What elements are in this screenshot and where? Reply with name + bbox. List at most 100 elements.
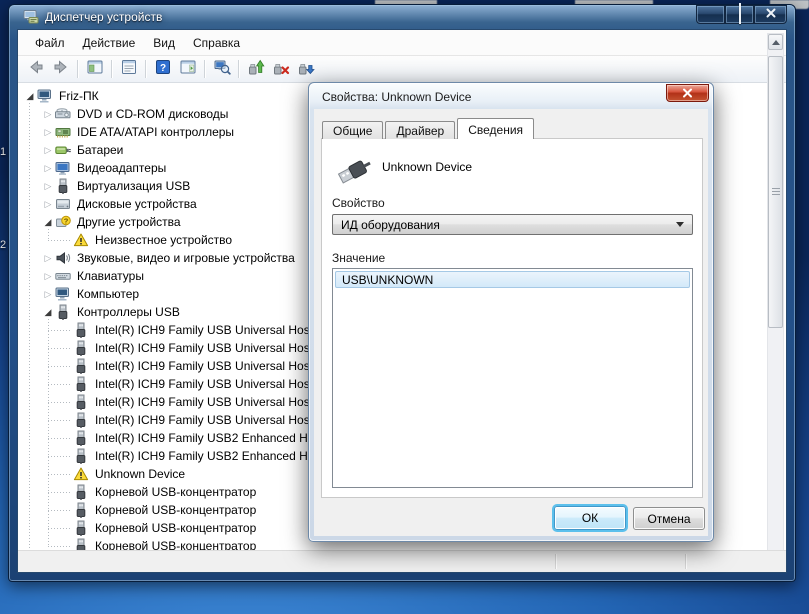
tree-item-label: Батареи xyxy=(75,143,125,157)
warning-icon xyxy=(73,232,93,248)
title-bar[interactable]: Диспетчер устройств xyxy=(9,5,795,29)
tree-item-label: DVD и CD-ROM дисководы xyxy=(75,107,230,121)
usb-icon xyxy=(73,430,93,446)
tree-item-label: Корневой USB-концентратор xyxy=(93,539,258,550)
disable-device-button[interactable] xyxy=(293,58,318,81)
collapse-arrow-icon[interactable]: ◢ xyxy=(41,303,55,321)
toolbar-separator xyxy=(204,60,205,78)
expand-arrow-icon[interactable]: ▷ xyxy=(41,195,55,213)
toolbar-separator xyxy=(77,60,78,78)
console-tree-button[interactable] xyxy=(82,58,107,81)
property-dropdown[interactable]: ИД оборудования xyxy=(332,214,693,235)
tree-item-label: Корневой USB-концентратор xyxy=(93,485,258,499)
menu-bar: Файл Действие Вид Справка xyxy=(18,30,786,56)
tab-general[interactable]: Общие xyxy=(322,121,383,139)
usb-icon xyxy=(73,394,93,410)
tab-driver[interactable]: Драйвер xyxy=(385,121,455,139)
action-pane-button[interactable] xyxy=(175,58,200,81)
list-item-selected[interactable]: USB\UNKNOWN xyxy=(335,271,690,288)
expand-arrow-icon[interactable]: ▷ xyxy=(41,249,55,267)
expand-arrow-icon[interactable]: ▷ xyxy=(41,159,55,177)
collapse-arrow-icon[interactable]: ◢ xyxy=(23,87,37,105)
tree-item-label: Intel(R) ICH9 Family USB2 Enhanced Ho xyxy=(93,449,316,463)
menu-item-help[interactable]: Справка xyxy=(184,32,249,54)
expand-arrow-icon[interactable]: ▷ xyxy=(41,105,55,123)
expand-arrow-icon[interactable]: ▷ xyxy=(41,123,55,141)
desktop-icon-label-fragment: 1 xyxy=(0,146,6,158)
scroll-up-button[interactable] xyxy=(768,34,783,50)
device-name: Unknown Device xyxy=(382,160,472,174)
tree-item-label: Friz-ПК xyxy=(57,89,101,103)
expand-arrow-icon[interactable]: ▷ xyxy=(41,267,55,285)
status-bar xyxy=(18,550,786,572)
tree-scrollbar[interactable] xyxy=(767,33,784,570)
computer-icon xyxy=(55,286,75,302)
tree-item-label: IDE ATA/ATAPI контроллеры xyxy=(75,125,236,139)
tree-item-label: Видеоадаптеры xyxy=(75,161,168,175)
disk-drive-icon xyxy=(55,196,75,212)
toolbar-separator xyxy=(238,60,239,78)
tree-item-label: Unknown Device xyxy=(93,467,187,481)
menu-item-view[interactable]: Вид xyxy=(144,32,184,54)
cancel-button[interactable]: Отмена xyxy=(633,507,705,530)
usb-icon xyxy=(73,538,93,550)
window-title: Диспетчер устройств xyxy=(45,10,162,24)
value-label: Значение xyxy=(332,251,385,265)
usb-icon xyxy=(73,358,93,374)
status-bar-divider xyxy=(685,554,686,569)
tree-item-label: Звуковые, видео и игровые устройства xyxy=(75,251,297,265)
tree-item-label: Intel(R) ICH9 Family USB Universal Host xyxy=(93,395,315,409)
value-listbox[interactable]: USB\UNKNOWN xyxy=(332,268,693,488)
minimize-button[interactable] xyxy=(696,5,725,24)
tree-item-label: Корневой USB-концентратор xyxy=(93,503,258,517)
scan-hardware-button[interactable] xyxy=(209,58,234,81)
collapse-arrow-icon[interactable]: ◢ xyxy=(41,213,55,231)
battery-icon xyxy=(55,142,75,158)
maximize-icon xyxy=(739,6,741,24)
properties-dialog: Свойства: Unknown Device Общие Драйвер С… xyxy=(308,82,714,542)
properties-icon xyxy=(120,58,138,81)
usb-icon xyxy=(73,376,93,392)
property-label: Свойство xyxy=(332,196,385,210)
device-manager-icon xyxy=(23,9,39,30)
uninstall-device-button[interactable] xyxy=(268,58,293,81)
update-driver-button[interactable] xyxy=(243,58,268,81)
dialog-close-button[interactable] xyxy=(666,84,709,102)
menu-item-action[interactable]: Действие xyxy=(74,32,145,54)
chevron-down-icon xyxy=(676,222,684,227)
close-button[interactable] xyxy=(754,5,787,24)
usb-icon xyxy=(55,178,75,194)
expand-arrow-icon[interactable]: ▷ xyxy=(41,177,55,195)
ok-button[interactable]: ОК xyxy=(554,506,626,530)
tree-item-label: Дисковые устройства xyxy=(75,197,199,211)
update-driver-icon xyxy=(247,58,265,81)
tree-item-label: Контроллеры USB xyxy=(75,305,182,319)
display-adapter-icon xyxy=(55,160,75,176)
back-button[interactable] xyxy=(23,58,48,81)
expand-arrow-icon[interactable]: ▷ xyxy=(41,141,55,159)
usb-icon xyxy=(55,304,75,320)
menu-item-file[interactable]: Файл xyxy=(26,32,74,54)
computer-icon xyxy=(37,88,57,104)
help-button[interactable]: ? xyxy=(150,58,175,81)
expand-arrow-icon[interactable]: ▷ xyxy=(41,285,55,303)
properties-button[interactable] xyxy=(116,58,141,81)
thumb-grip-icon xyxy=(772,188,780,196)
forward-button[interactable] xyxy=(48,58,73,81)
svg-text:?: ? xyxy=(64,216,69,225)
audio-icon xyxy=(55,250,75,266)
other-devices-icon: ? xyxy=(55,214,75,230)
tree-item-label: Intel(R) ICH9 Family USB2 Enhanced Ho xyxy=(93,431,316,445)
tab-details[interactable]: Сведения xyxy=(457,118,534,139)
forward-icon xyxy=(52,58,70,81)
tree-item-label: Intel(R) ICH9 Family USB Universal Host xyxy=(93,413,315,427)
maximize-button[interactable] xyxy=(725,5,754,24)
toolbar-separator xyxy=(111,60,112,78)
scrollbar-thumb[interactable] xyxy=(768,56,783,328)
close-icon xyxy=(682,88,693,98)
tree-item-label: Другие устройства xyxy=(75,215,183,229)
usb-icon xyxy=(73,412,93,428)
tree-item-label: Корневой USB-концентратор xyxy=(93,521,258,535)
disable-device-icon xyxy=(297,58,315,81)
usb-icon xyxy=(73,520,93,536)
